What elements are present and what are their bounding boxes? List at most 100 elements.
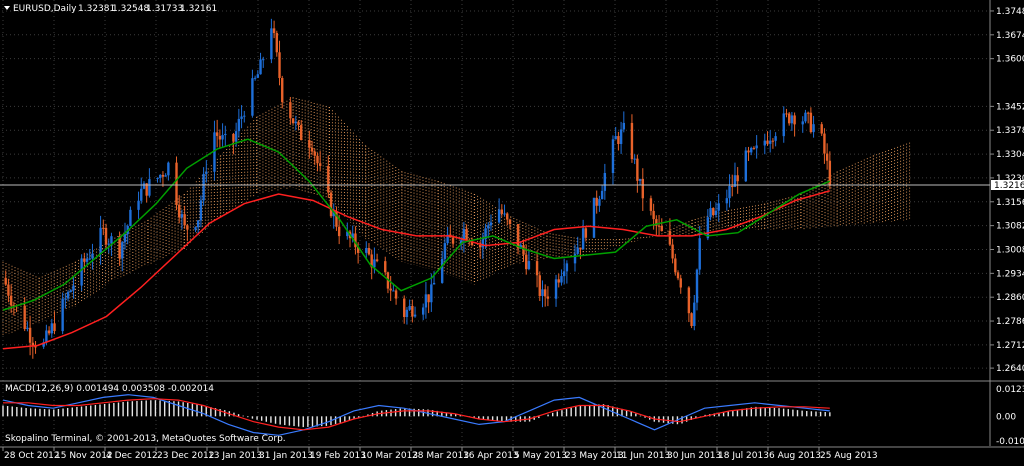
candle-body xyxy=(104,227,108,245)
candle-body xyxy=(728,185,731,199)
candle-body xyxy=(554,279,558,299)
candle-body xyxy=(687,287,691,314)
candle-body xyxy=(413,314,417,317)
price-tick-label: 1.26400 xyxy=(996,364,1024,374)
candle-body xyxy=(806,112,810,114)
window-title: EURUSD,Daily 1.32381 1.32548 1.31733 1.3… xyxy=(4,4,217,14)
price-tick-label: 1.30820 xyxy=(996,222,1024,232)
candle-body xyxy=(478,245,482,248)
time-tick-label: 30 Jun 2013 xyxy=(667,451,721,461)
candle-body xyxy=(384,261,387,273)
candle-body xyxy=(451,237,455,244)
price-tick-label: 1.30080 xyxy=(996,245,1024,255)
candle-body xyxy=(140,188,143,201)
candle-body xyxy=(717,203,720,211)
candle-body xyxy=(240,116,243,119)
candle-body xyxy=(823,133,826,154)
candle-body xyxy=(167,162,170,176)
price-tick-label: 1.33780 xyxy=(996,126,1024,136)
candle-body xyxy=(785,113,788,115)
current-price-label: 1.32161 xyxy=(994,181,1024,191)
candle-body xyxy=(45,330,48,343)
price-tick-label: 1.31560 xyxy=(996,198,1024,208)
candle-body xyxy=(253,77,257,79)
candle-body xyxy=(28,327,32,343)
candle-body xyxy=(83,258,86,262)
candle-body xyxy=(88,258,91,260)
candle-body xyxy=(194,227,197,230)
candle-body xyxy=(657,225,661,227)
ohlc-high: 1.32548 xyxy=(112,4,149,14)
time-tick-label: 28 Oct 2012 xyxy=(4,451,60,461)
candle-body xyxy=(408,305,411,310)
candle-body xyxy=(278,52,281,78)
candle-body xyxy=(541,289,544,296)
candle-body xyxy=(4,277,7,285)
candle-body xyxy=(600,190,604,200)
candle-body xyxy=(527,261,531,270)
candle-body xyxy=(725,198,729,204)
candle-body xyxy=(365,248,368,253)
candle-body xyxy=(161,174,165,177)
candle-body xyxy=(392,290,395,292)
candle-body xyxy=(619,129,623,144)
candle-body xyxy=(215,132,219,136)
candle-body xyxy=(34,346,37,348)
candle-body xyxy=(774,136,777,141)
candle-body xyxy=(262,59,265,61)
candle-body xyxy=(224,133,227,136)
candle-body xyxy=(508,219,512,225)
price-tick-label: 1.36740 xyxy=(996,31,1024,41)
candle-body xyxy=(782,113,785,137)
candle-body xyxy=(744,150,748,182)
candle-body xyxy=(50,323,53,334)
candle-body xyxy=(251,78,254,116)
candle-body xyxy=(522,245,525,255)
candle-body xyxy=(175,162,178,205)
chart-window: 1.37480 1.36740 1.36000 1.34520 1.33780 1.330… xyxy=(0,0,1024,462)
candle-body xyxy=(750,147,753,153)
candle-body xyxy=(525,254,528,270)
candle-body xyxy=(118,236,121,259)
candle-body xyxy=(676,272,680,279)
price-tick-label: 1.29340 xyxy=(996,269,1024,279)
candle-body xyxy=(85,258,89,262)
time-tick-label: 31 Jan 2013 xyxy=(259,451,313,461)
candle-body xyxy=(581,228,585,250)
candle-body xyxy=(196,220,200,228)
candle-body xyxy=(26,327,29,330)
candle-body xyxy=(695,269,699,303)
candle-body xyxy=(731,185,734,188)
candle-body xyxy=(638,178,642,181)
time-tick-label: 6 Aug 2013 xyxy=(769,451,821,461)
candle-body xyxy=(80,258,83,286)
candle-body xyxy=(693,302,696,327)
candle-body xyxy=(318,163,322,166)
candle-body xyxy=(790,115,794,124)
candle-body xyxy=(736,175,739,182)
candle-body xyxy=(180,214,184,218)
time-tick-label: 19 Feb 2013 xyxy=(310,451,366,461)
candle-body xyxy=(183,214,186,226)
candle-body xyxy=(668,231,672,245)
candle-body xyxy=(649,198,653,211)
candle-body xyxy=(69,290,72,292)
candle-body xyxy=(769,140,772,144)
candle-body xyxy=(186,225,189,230)
candle-body xyxy=(148,179,151,196)
candle-body xyxy=(565,263,569,272)
candle-body xyxy=(430,284,433,303)
candle-body xyxy=(579,247,582,250)
candle-body xyxy=(237,118,241,132)
time-tick-label: 4 Dec 2012 xyxy=(106,451,158,461)
candle-body xyxy=(99,227,102,254)
candle-body xyxy=(291,118,295,124)
time-tick-label: 11 Jun 2013 xyxy=(616,451,670,461)
candle-body xyxy=(489,222,493,226)
candle-body xyxy=(679,278,682,288)
candle-body xyxy=(137,200,140,210)
candle-body xyxy=(630,122,634,160)
candle-body xyxy=(310,147,314,152)
price-tick-label: 1.34520 xyxy=(996,102,1024,112)
candle-body xyxy=(373,259,376,268)
